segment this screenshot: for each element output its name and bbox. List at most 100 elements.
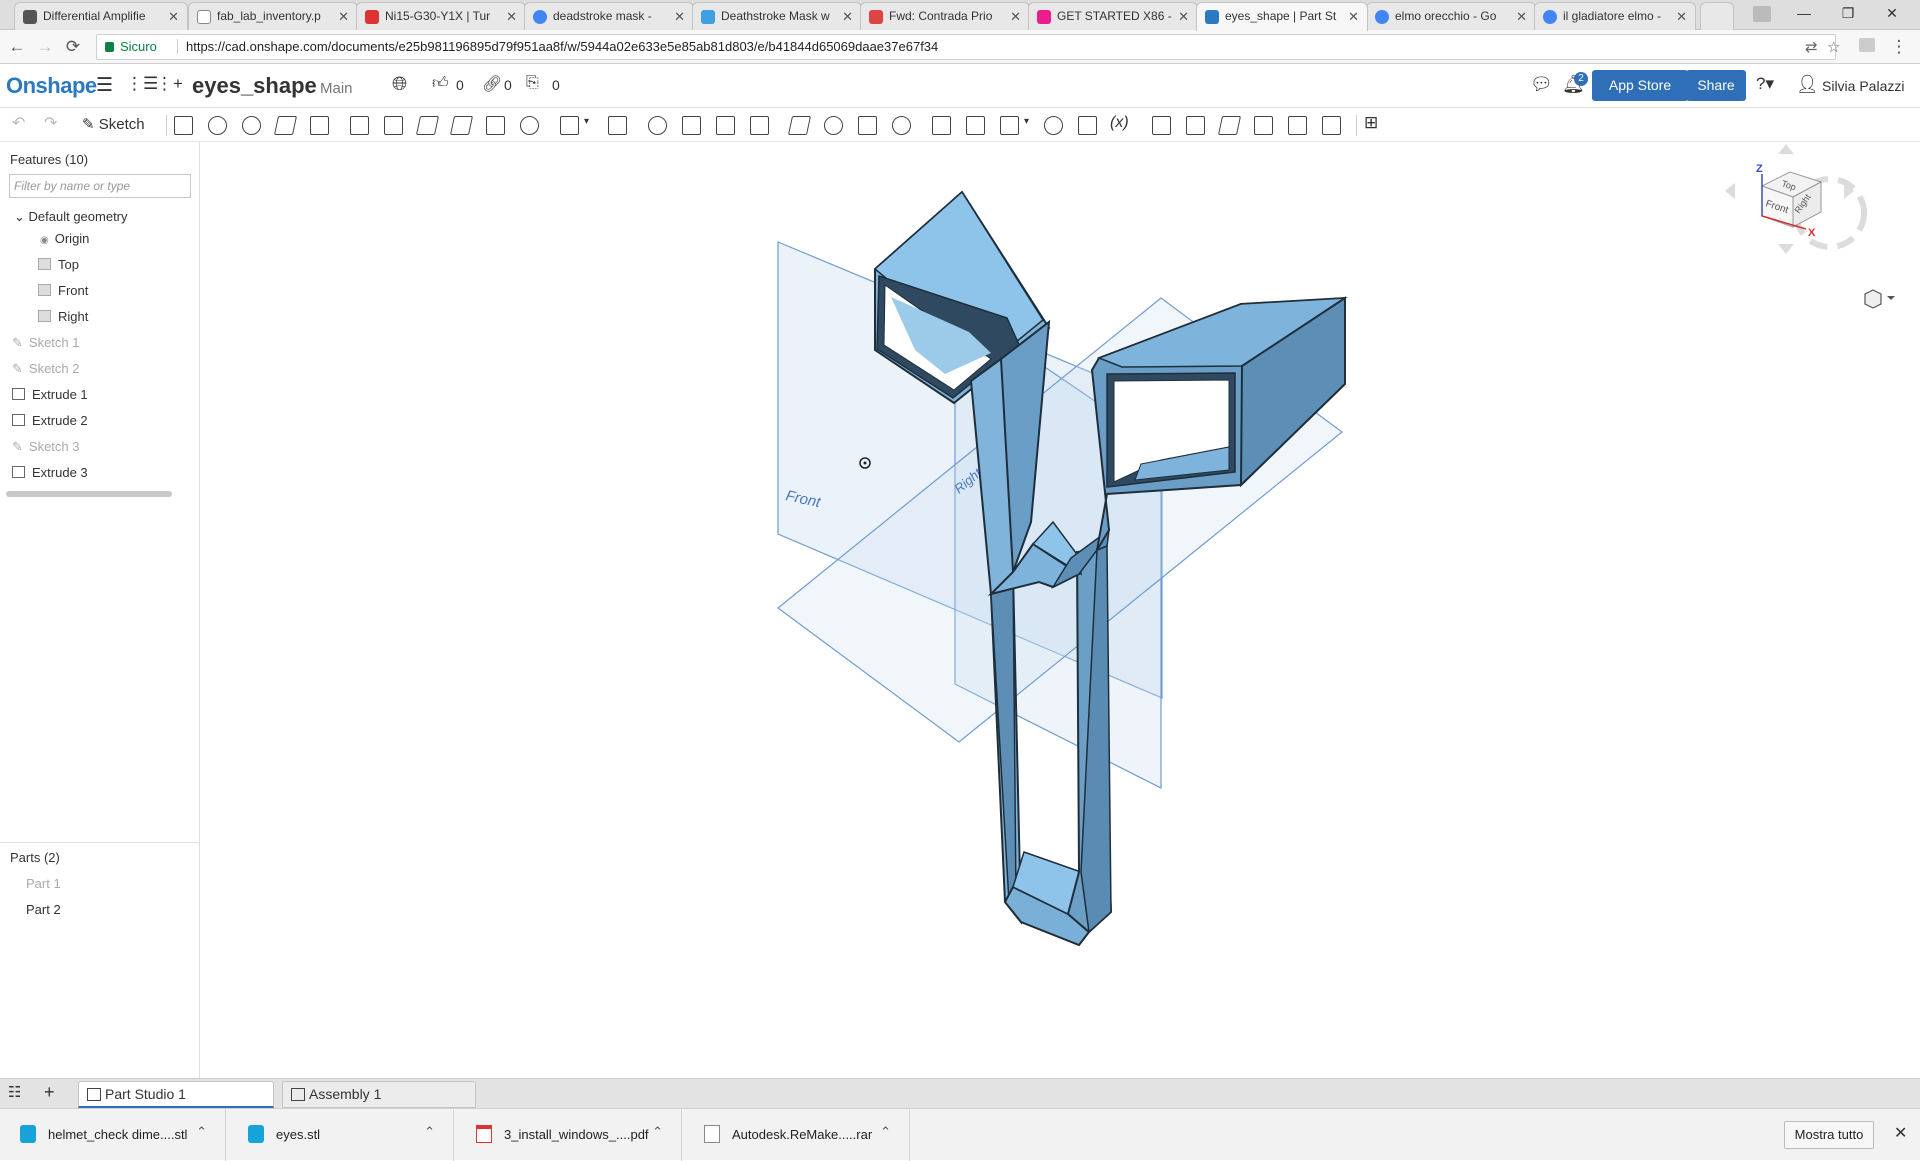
extension-icon[interactable] <box>1856 36 1878 58</box>
sweep-icon[interactable] <box>242 116 261 135</box>
feature-extrude-1[interactable]: Extrude 1 <box>12 387 88 402</box>
profile-icon[interactable] <box>1740 0 1784 28</box>
browser-tab[interactable]: Ni15-G30-Y1X | Tur ✕ <box>356 2 526 30</box>
download-item[interactable]: helmet_check dime....stl ⌃ <box>0 1109 226 1161</box>
part-item[interactable]: Part 1 <box>26 876 61 891</box>
forward-icon[interactable]: → <box>34 36 56 58</box>
close-shelf-icon[interactable]: ✕ <box>1894 1123 1907 1143</box>
flange-icon[interactable] <box>1186 116 1205 135</box>
feature-list-scrollbar[interactable] <box>6 491 172 497</box>
shell-icon[interactable] <box>486 116 505 135</box>
finish-sheet-metal-icon[interactable] <box>1322 116 1341 135</box>
workspace-name[interactable]: Main <box>320 80 353 97</box>
loft-icon[interactable] <box>273 116 298 135</box>
chevron-up-icon[interactable]: ⌃ <box>196 1124 207 1140</box>
feature-extrude-3[interactable]: Extrude 3 <box>12 465 88 480</box>
feature-sketch-1[interactable]: ✎ Sketch 1 <box>12 335 80 351</box>
mirror-icon[interactable] <box>608 116 627 135</box>
feature-list-icon[interactable]: ⋮☰ <box>126 74 158 94</box>
chevron-down-icon[interactable]: ▾ <box>1024 116 1029 127</box>
rotate-left-arrow-icon[interactable] <box>1725 183 1735 199</box>
translate-icon[interactable]: ⇄ <box>1805 38 1818 56</box>
download-item[interactable]: Autodesk.ReMake.....rar ⌃ <box>684 1109 910 1161</box>
close-icon[interactable]: ✕ <box>1010 3 1021 30</box>
corner-icon[interactable] <box>1254 116 1273 135</box>
globe-icon[interactable]: 🌐︎ <box>392 74 407 96</box>
close-icon[interactable]: ✕ <box>506 3 517 30</box>
close-icon[interactable]: ✕ <box>674 3 685 30</box>
sketch-button[interactable]: ✎ Sketch <box>82 115 145 133</box>
modify-fillet-icon[interactable] <box>787 116 812 135</box>
browser-tab-active[interactable]: eyes_shape | Part St ✕ <box>1196 2 1368 31</box>
close-icon[interactable]: ✕ <box>1676 3 1687 30</box>
thicken-icon[interactable] <box>310 116 329 135</box>
copy-icon[interactable]: ⎘ <box>526 74 539 92</box>
chamfer-icon[interactable] <box>384 116 403 135</box>
replace-face-icon[interactable] <box>892 116 911 135</box>
bend-relief-icon[interactable] <box>1288 116 1307 135</box>
fillet-icon[interactable] <box>350 116 369 135</box>
comment-icon[interactable]: 💬︎ <box>1530 74 1553 95</box>
show-all-downloads-button[interactable]: Mostra tutto <box>1784 1121 1874 1149</box>
download-item[interactable]: 3_install_windows_....pdf ⌃ <box>456 1109 682 1161</box>
bookmark-star-icon[interactable]: ☆ <box>1827 38 1840 56</box>
helix-icon[interactable] <box>1078 116 1097 135</box>
close-icon[interactable]: ✕ <box>1348 3 1359 30</box>
window-close-icon[interactable]: ✕ <box>1870 0 1914 28</box>
document-name[interactable]: eyes_shape <box>192 73 317 99</box>
browser-tab[interactable]: fab_lab_inventory.p ✕ <box>188 2 358 30</box>
help-icon[interactable]: ?▾ <box>1756 74 1774 94</box>
redo-icon[interactable]: ↷ <box>44 113 57 133</box>
tab-assembly[interactable]: Assembly 1 <box>282 1081 476 1108</box>
browser-tab[interactable]: Fwd: Contrada Prio ✕ <box>860 2 1030 30</box>
browser-tab[interactable]: Differential Amplifie ✕ <box>14 2 188 30</box>
app-store-button[interactable]: App Store <box>1592 70 1688 101</box>
move-face-icon[interactable] <box>858 116 877 135</box>
close-icon[interactable]: ✕ <box>168 3 179 30</box>
url-field[interactable]: Sicuro https://cad.onshape.com/documents… <box>96 34 1840 60</box>
draft-icon[interactable] <box>415 116 440 135</box>
hamburger-menu-icon[interactable]: ☰ <box>96 74 113 97</box>
browser-tab[interactable]: deadstroke mask - ✕ <box>524 2 694 30</box>
variable-icon[interactable]: (x) <box>1110 114 1129 132</box>
revolve-icon[interactable] <box>208 116 227 135</box>
close-icon[interactable]: ✕ <box>842 3 853 30</box>
minimize-icon[interactable]: — <box>1782 0 1826 28</box>
boolean-icon[interactable] <box>648 116 667 135</box>
offset-surface-icon[interactable] <box>932 116 951 135</box>
restore-icon[interactable]: ❐ <box>1826 0 1870 28</box>
sheet-metal-icon[interactable] <box>1152 116 1171 135</box>
feature-extrude-2[interactable]: Extrude 2 <box>12 413 88 428</box>
menu-icon[interactable]: ⋮ <box>1888 36 1910 58</box>
mate-connector-icon[interactable] <box>1044 116 1063 135</box>
split-icon[interactable] <box>682 116 701 135</box>
user-menu[interactable]: Silvia Palazzi <box>1822 78 1904 94</box>
chevron-up-icon[interactable]: ⌃ <box>424 1124 435 1140</box>
back-icon[interactable]: ← <box>6 36 28 58</box>
new-tab-button[interactable] <box>1700 2 1734 30</box>
extrude-icon[interactable] <box>174 116 193 135</box>
model-canvas[interactable]: Front Right Top Front Right Z X <box>201 142 1920 1078</box>
feature-plane-front[interactable]: Front <box>38 283 88 298</box>
delete-part-icon[interactable] <box>750 116 769 135</box>
avatar[interactable]: 👤︎ <box>1796 74 1819 95</box>
rib-icon[interactable] <box>449 116 474 135</box>
feature-filter-input[interactable]: Filter by name or type <box>9 174 191 198</box>
tab-icon[interactable] <box>1217 116 1242 135</box>
browser-tab[interactable]: il gladiatore elmo - ✕ <box>1534 2 1696 30</box>
feature-sketch-2[interactable]: ✎ Sketch 2 <box>12 361 80 377</box>
close-icon[interactable]: ✕ <box>1178 3 1189 30</box>
chevron-down-icon[interactable]: ▾ <box>584 116 589 127</box>
graphics-viewport[interactable]: Front Right Top Front Right Z X <box>201 142 1920 1078</box>
rotate-down-arrow-icon[interactable] <box>1778 244 1794 254</box>
feature-origin[interactable]: ◉ Origin <box>40 231 89 246</box>
add-custom-feature-icon[interactable]: ⊞ <box>1364 113 1378 133</box>
rotate-up-arrow-icon[interactable] <box>1778 144 1794 154</box>
link-icon[interactable]: 🔗︎ <box>482 74 502 94</box>
default-geometry-folder[interactable]: ⌄ Default geometry <box>14 209 128 225</box>
browser-tab[interactable]: elmo orecchio - Go ✕ <box>1366 2 1536 30</box>
hole-icon[interactable] <box>520 116 539 135</box>
feature-sketch-3[interactable]: ✎ Sketch 3 <box>12 439 80 455</box>
add-tab-icon[interactable]: + <box>44 1082 55 1103</box>
browser-tab[interactable]: GET STARTED X86 - ✕ <box>1028 2 1198 30</box>
